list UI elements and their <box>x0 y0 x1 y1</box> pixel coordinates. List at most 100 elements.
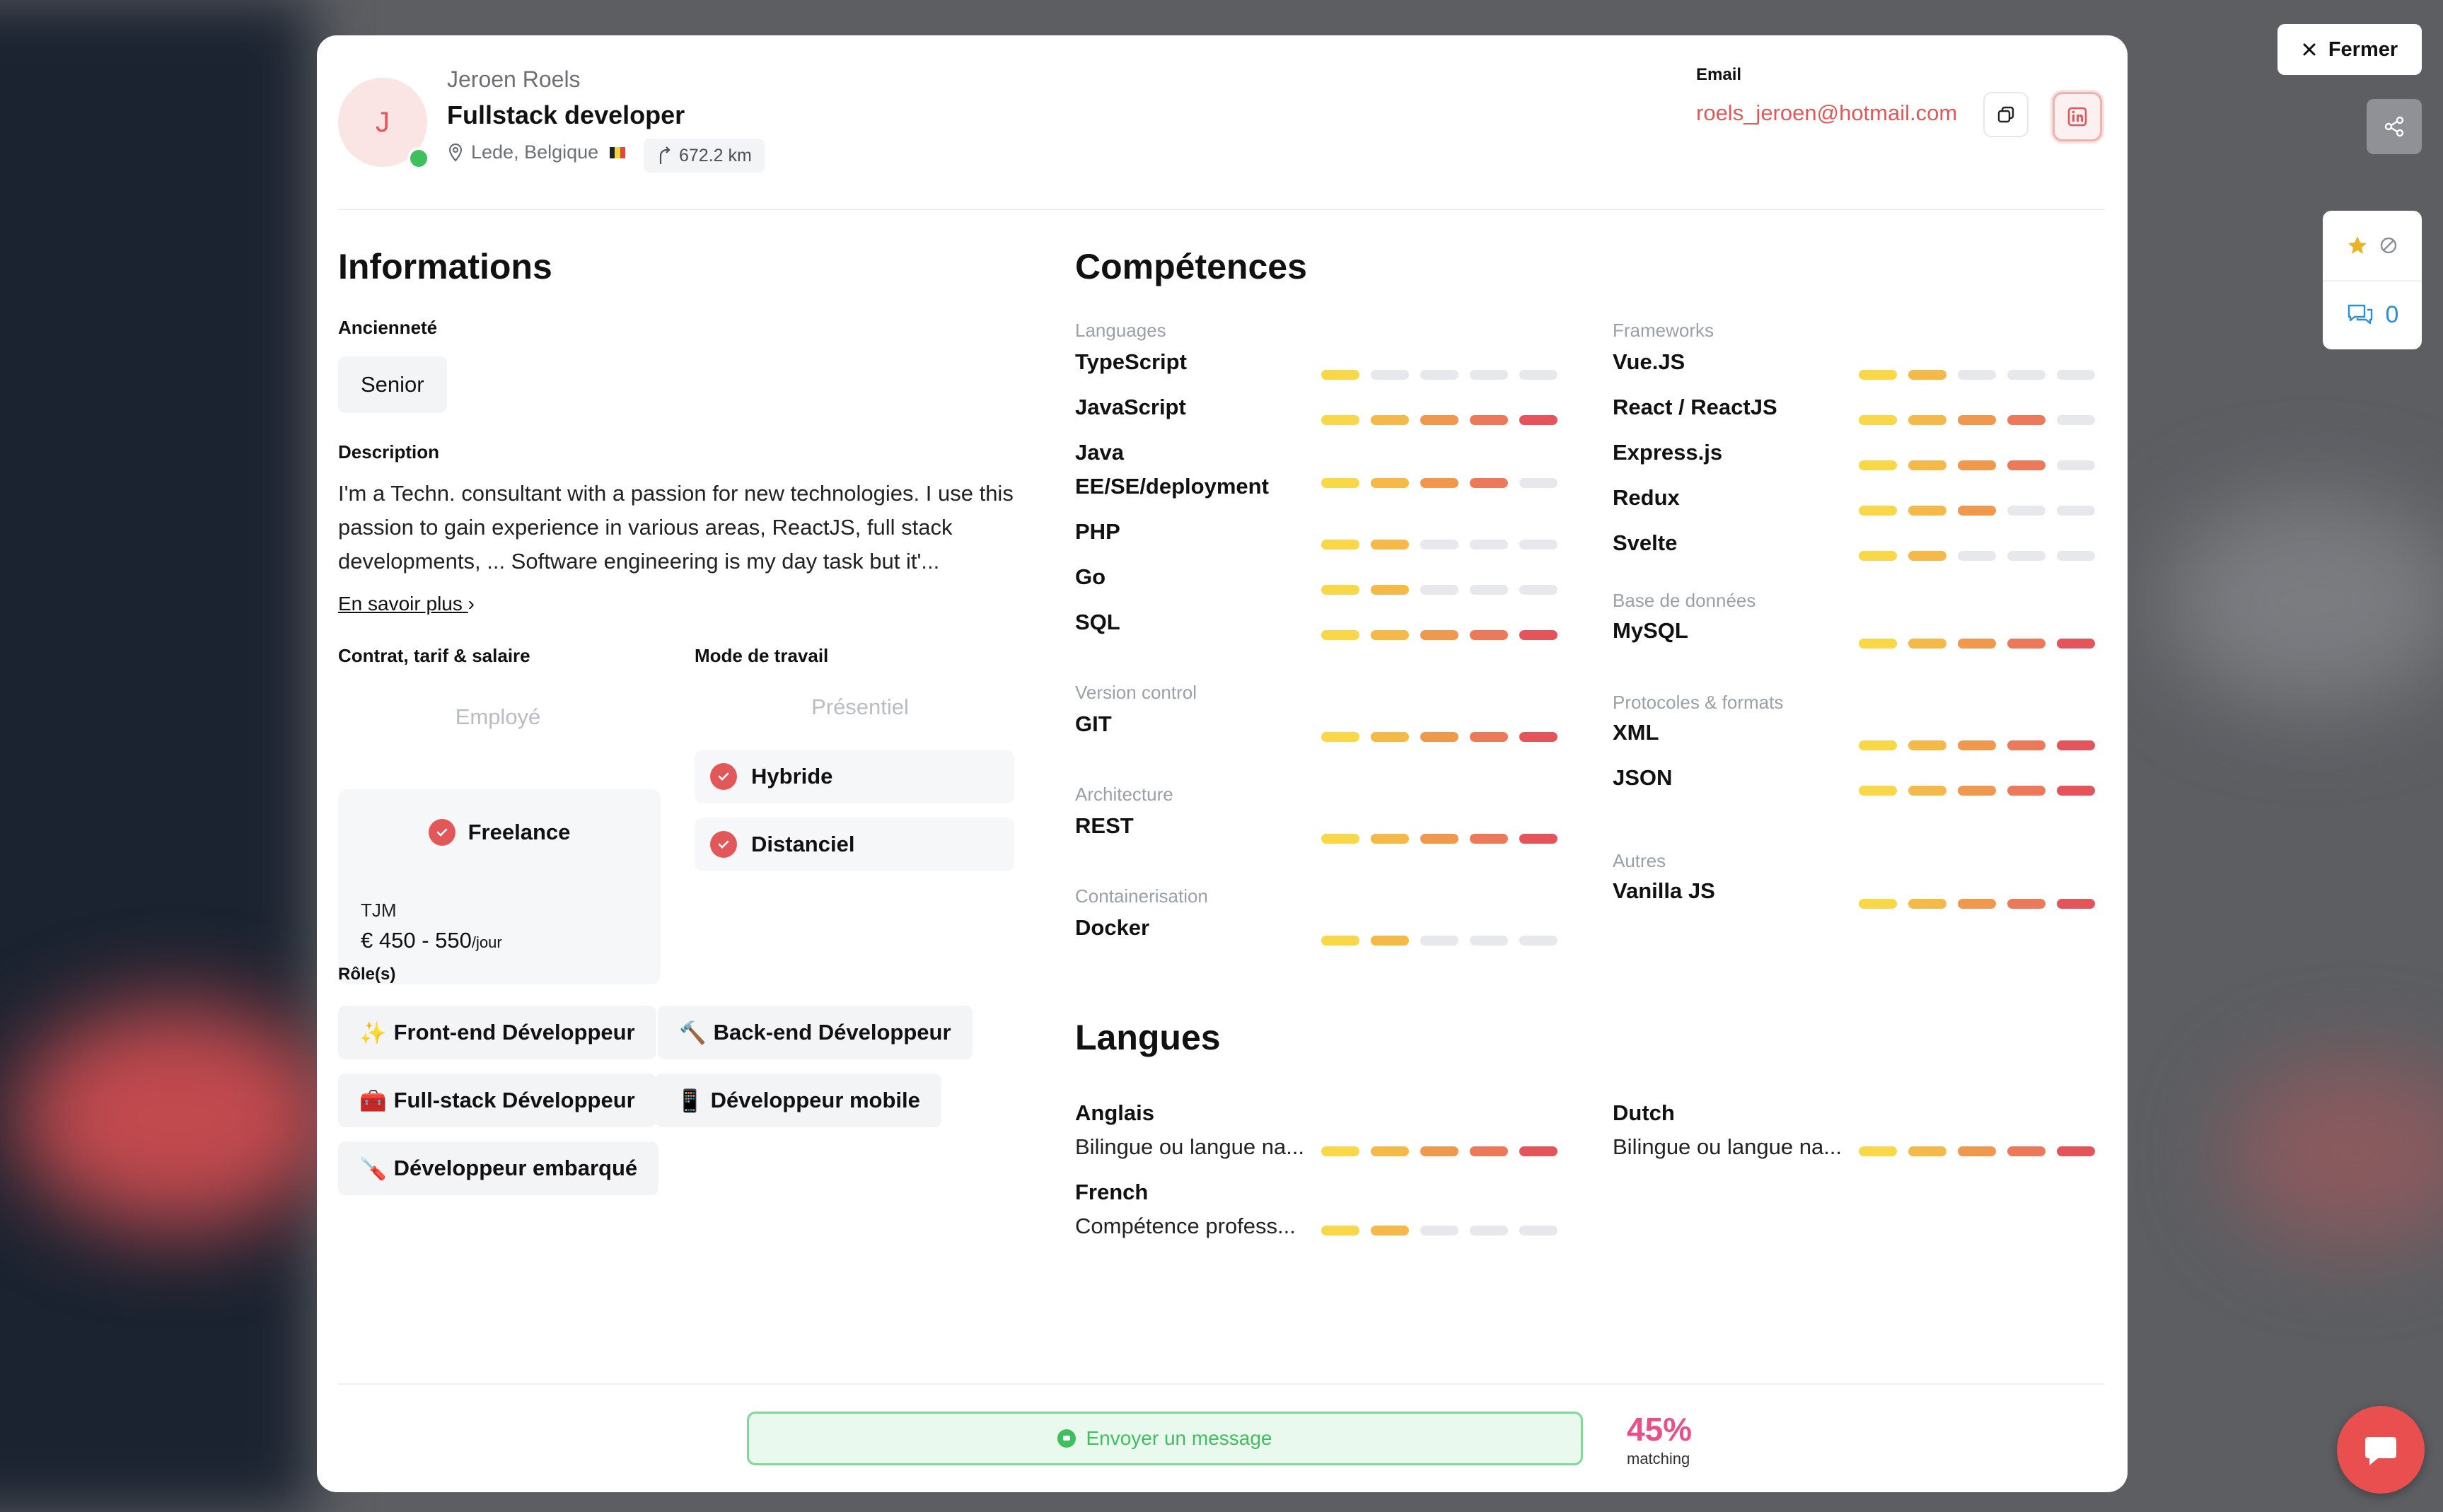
level-bar-filled <box>1321 370 1359 380</box>
role-label: Front-end Développeur <box>393 1020 635 1045</box>
online-status-dot <box>407 147 430 170</box>
level-bar-filled <box>1859 551 1897 561</box>
level-bar-filled <box>1321 732 1359 742</box>
skill-level-bars <box>1321 936 1557 946</box>
more-link-label: En savoir plus <box>338 593 463 615</box>
block-icon[interactable] <box>2379 235 2398 255</box>
description-label: Description <box>338 441 440 463</box>
contract-employe: Employé <box>455 704 541 729</box>
level-bar-filled <box>1371 585 1409 595</box>
share-button[interactable] <box>2367 99 2422 154</box>
level-bar-filled <box>1908 786 1946 796</box>
location-text: Lede, Belgique <box>471 141 599 163</box>
level-bar-filled <box>1908 370 1946 380</box>
level-bar-filled <box>2007 639 2045 649</box>
comments-button[interactable]: 0 <box>2323 280 2422 349</box>
level-bar-filled <box>1321 936 1359 946</box>
level-bar-filled <box>1519 415 1557 425</box>
level-bar-empty <box>1420 1226 1458 1235</box>
level-bar-filled <box>1371 630 1409 640</box>
level-bar-filled <box>1859 415 1897 425</box>
informations-heading: Informations <box>338 247 552 286</box>
level-bar-filled <box>1908 551 1946 561</box>
skill-name: MySQL <box>1613 618 1688 643</box>
mobile-phone-icon: 📱 <box>676 1088 704 1113</box>
skill-name: JSON <box>1613 765 1673 790</box>
language-level-bars <box>1321 1146 1557 1156</box>
skill-level-bars <box>1321 370 1557 380</box>
send-message-label: Envoyer un message <box>1086 1427 1272 1449</box>
skill-name: Redux <box>1613 485 1680 510</box>
level-bar-filled <box>2057 899 2095 909</box>
message-icon <box>1057 1429 1077 1448</box>
skill-level-bars <box>1859 740 2095 750</box>
skill-level-bars <box>1321 540 1557 549</box>
language-name: Dutch <box>1613 1100 1675 1125</box>
level-bar-filled <box>1908 639 1946 649</box>
category-label: Version control <box>1075 682 1197 703</box>
level-bar-empty <box>1470 936 1508 946</box>
tjm-unit: /jour <box>471 934 502 951</box>
description-text: I'm a Techn. consultant with a passion f… <box>338 481 1014 574</box>
contract-label: Contrat, tarif & salaire <box>338 645 530 666</box>
level-bar-filled <box>1470 834 1508 844</box>
level-bar-empty <box>1420 585 1458 595</box>
language-name: French <box>1075 1180 1149 1204</box>
level-bar-filled <box>1371 540 1409 549</box>
role-label: Développeur mobile <box>710 1088 920 1112</box>
freelance-card: Freelance TJM € 450 - 550/jour <box>338 789 661 984</box>
skill-name: Svelte <box>1613 530 1678 555</box>
location: Lede, Belgique <box>447 141 626 163</box>
check-icon <box>428 819 455 846</box>
level-bar-filled <box>1371 732 1409 742</box>
skill-name: GIT <box>1075 711 1112 736</box>
level-bar-filled <box>1420 630 1458 640</box>
level-bar-filled <box>1321 1146 1359 1156</box>
level-bar-filled <box>1371 478 1409 488</box>
level-bar-filled <box>1420 415 1458 425</box>
matching-percentage: 45% <box>1627 1411 1693 1448</box>
level-bar-filled <box>2007 1146 2045 1156</box>
route-icon <box>659 146 671 164</box>
belgium-flag-icon <box>610 146 626 158</box>
role-chip-fullstack: 🧰 Full-stack Développeur <box>338 1074 656 1127</box>
email-link[interactable]: roels_jeroen@hotmail.com <box>1696 100 1957 126</box>
close-button[interactable]: Fermer <box>2277 24 2422 75</box>
language-level-bars <box>1321 1226 1557 1235</box>
chat-icon <box>2365 1437 2396 1465</box>
chat-support-button[interactable] <box>2337 1406 2425 1494</box>
skill-level-bars <box>1321 478 1557 488</box>
level-bar-empty <box>2057 506 2095 516</box>
freelance-row: Freelance <box>338 819 661 846</box>
level-bar-empty <box>1958 551 1996 561</box>
skill-level-bars <box>1321 415 1557 425</box>
level-bar-empty <box>1470 1226 1508 1235</box>
level-bar-filled <box>1519 834 1557 844</box>
langues-heading: Langues <box>1075 1018 1221 1057</box>
copy-email-button[interactable] <box>1983 92 2029 137</box>
level-bar-filled <box>1958 740 1996 750</box>
level-bar-filled <box>1958 506 1996 516</box>
level-bar-empty <box>1519 936 1557 946</box>
level-bar-empty <box>1519 478 1557 488</box>
linkedin-icon <box>2067 107 2087 127</box>
competences-heading: Compétences <box>1075 247 1307 286</box>
send-message-button[interactable]: Envoyer un message <box>747 1412 1583 1465</box>
location-pin-icon <box>448 143 463 162</box>
level-bar-filled <box>1859 370 1897 380</box>
more-link[interactable]: En savoir plus › <box>338 593 475 615</box>
star-icon[interactable] <box>2346 234 2369 257</box>
linkedin-button[interactable] <box>2053 92 2102 141</box>
level-bar-filled <box>2057 786 2095 796</box>
category-label: Autres <box>1613 850 1666 871</box>
level-bar-filled <box>1908 740 1946 750</box>
level-bar-filled <box>1859 460 1897 470</box>
level-bar-filled <box>1859 1146 1897 1156</box>
skill-name: TypeScript <box>1075 349 1187 374</box>
email-label: Email <box>1696 65 1742 84</box>
close-icon <box>2303 43 2316 56</box>
level-bar-filled <box>1908 1146 1946 1156</box>
skill-name: React / ReactJS <box>1613 395 1777 419</box>
level-bar-filled <box>1908 899 1946 909</box>
skill-level-bars <box>1859 506 2095 516</box>
